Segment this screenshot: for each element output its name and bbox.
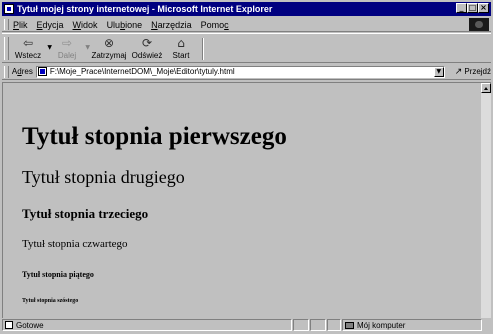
window-title: Tytuł mojej strony internetowej - Micros…	[17, 4, 273, 14]
back-arrow-icon: ⇦	[22, 36, 34, 50]
maximize-button[interactable]: □	[467, 3, 478, 13]
status-pane	[327, 319, 341, 331]
home-icon: ⌂	[177, 36, 185, 50]
address-grip[interactable]	[4, 65, 9, 78]
heading-5: Tytuł stopnia piątego	[22, 270, 94, 279]
browser-window: Tytuł mojej strony internetowej - Micros…	[0, 0, 493, 334]
heading-6: Tytuł stopnia szóstego	[22, 298, 79, 304]
page-icon	[37, 67, 47, 76]
menu-label-pre: Ulu	[106, 19, 121, 30]
menu-label-post: ione	[125, 19, 143, 30]
heading-3: Tytuł stopnia trzeciego	[22, 206, 149, 221]
menu-narzedzia[interactable]: Narzędzia	[151, 20, 192, 30]
address-bar: Adres F:\Moje_Prace\InternetDOM\_Moje\Ed…	[2, 64, 491, 80]
address-value: F:\Moje_Prace\InternetDOM\_Moje\Editor\t…	[49, 67, 235, 76]
window-controls: _ □ ×	[456, 3, 489, 13]
back-label: Wstecz	[14, 51, 42, 60]
status-pane	[310, 319, 326, 331]
content-frame: Tytuł stopnia pierwszego Tytuł stopnia d…	[2, 82, 491, 318]
go-arrow-icon: ↗	[454, 66, 463, 77]
page-content: Tytuł stopnia pierwszego Tytuł stopnia d…	[3, 83, 481, 318]
security-zone: Mój komputer	[342, 319, 482, 331]
menu-label-post: lik	[19, 19, 28, 30]
standard-toolbar: ⇦ Wstecz ▼ ⇨ Dalej ▼ ⊗ Zatrzymaj ⟳ Odświ…	[2, 33, 491, 63]
refresh-button[interactable]: ⟳ Odśwież	[130, 36, 164, 60]
status-text: Gotowe	[16, 320, 44, 330]
stop-icon: ⊗	[103, 36, 115, 50]
status-bar: Gotowe Mój komputer	[2, 319, 491, 332]
refresh-label: Odśwież	[131, 51, 163, 60]
forward-label: Dalej	[57, 51, 77, 60]
menu-label-pre: Pomo	[200, 19, 225, 30]
heading-4: Tytuł stopnia czwartego	[22, 238, 128, 250]
address-dropdown-icon[interactable]: ▼	[433, 66, 444, 77]
home-button[interactable]: ⌂ Start	[167, 36, 195, 60]
vertical-scrollbar[interactable]	[481, 83, 491, 318]
menu-pomoc[interactable]: Pomoc	[201, 20, 229, 30]
address-label-post: res	[21, 67, 33, 76]
stop-button[interactable]: ⊗ Zatrzymaj	[90, 36, 128, 60]
close-button[interactable]: ×	[478, 3, 489, 13]
heading-2: Tytuł stopnia drugiego	[22, 167, 185, 187]
go-button[interactable]: ↗ Przejdź	[455, 67, 491, 77]
ie-page-icon	[4, 4, 14, 14]
title-bar[interactable]: Tytuł mojej strony internetowej - Micros…	[2, 2, 491, 16]
menu-grip[interactable]	[4, 19, 9, 30]
menu-widok[interactable]: Widok	[73, 20, 98, 30]
forward-arrow-icon: ⇨	[61, 36, 73, 50]
menu-label-post: idok	[81, 19, 98, 30]
menu-label-post: arzędzia	[157, 19, 192, 30]
menu-accesskey: c	[224, 19, 229, 30]
minimize-button[interactable]: _	[456, 3, 467, 13]
menu-accesskey: W	[72, 19, 82, 30]
forward-button[interactable]: ⇨ Dalej ▼	[52, 36, 90, 60]
toolbar-separator	[202, 38, 204, 60]
go-label: Przejdź	[464, 67, 491, 76]
ie-throbber-icon	[469, 18, 489, 31]
menu-ulubione[interactable]: Ulubione	[107, 20, 143, 30]
computer-icon	[345, 321, 354, 329]
menu-label-post: dycja	[42, 19, 64, 30]
menu-edycja[interactable]: Edycja	[37, 20, 64, 30]
document-done-icon	[5, 321, 13, 329]
home-label: Start	[172, 51, 190, 60]
toolbar-grip[interactable]	[4, 37, 9, 60]
address-input[interactable]: F:\Moje_Prace\InternetDOM\_Moje\Editor\t…	[35, 65, 445, 78]
status-main-pane: Gotowe	[2, 319, 292, 331]
stop-label: Zatrzymaj	[91, 51, 127, 60]
address-label: Adres	[12, 67, 33, 76]
menu-plik[interactable]: Plik	[13, 20, 28, 30]
back-button[interactable]: ⇦ Wstecz ▼	[12, 36, 52, 60]
heading-1: Tytuł stopnia pierwszego	[22, 123, 287, 150]
zone-label: Mój komputer	[357, 320, 406, 330]
scroll-up-button[interactable]	[481, 83, 491, 93]
menu-bar: Plik Edycja Widok Ulubione Narzędzia Pom…	[2, 18, 491, 32]
status-pane	[293, 319, 309, 331]
refresh-icon: ⟳	[141, 36, 153, 50]
